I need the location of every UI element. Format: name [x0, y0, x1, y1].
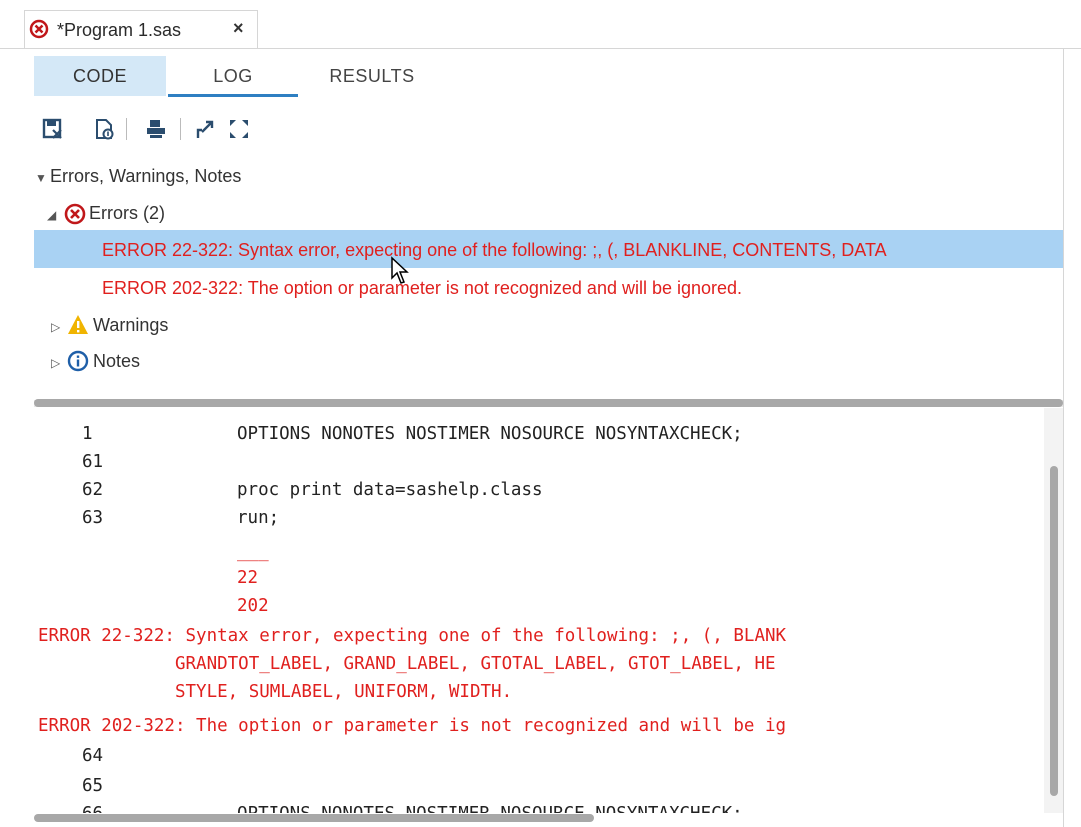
close-tab-button[interactable]: ×	[233, 18, 244, 39]
open-new-window-icon[interactable]	[194, 118, 216, 140]
line-number: 61	[82, 452, 104, 472]
tab-log[interactable]: LOG	[168, 56, 298, 96]
tab-results[interactable]: RESULTS	[310, 56, 434, 96]
error-marker-underline: ___	[237, 542, 269, 562]
download-log-icon[interactable]	[94, 118, 116, 140]
error-circle-icon	[29, 19, 49, 39]
line-number: 1	[82, 424, 93, 444]
error-code-marker: 22	[237, 568, 259, 588]
tab-code[interactable]: CODE	[34, 56, 166, 96]
log-line: OPTIONS NONOTES NOSTIMER NOSOURCE NOSYNT…	[237, 800, 743, 813]
warning-icon	[68, 315, 88, 334]
log-line: run;	[237, 508, 280, 528]
tab-divider	[0, 48, 1081, 49]
toolbar-separator	[180, 118, 181, 140]
tree-warnings-label[interactable]: Warnings	[93, 315, 168, 336]
log-error-line: GRANDTOT_LABEL, GRAND_LABEL, GTOTAL_LABE…	[38, 654, 776, 674]
tree-root-label[interactable]: Errors, Warnings, Notes	[50, 166, 241, 187]
error-circle-icon	[64, 203, 86, 225]
line-number: 66	[82, 800, 103, 813]
expand-caret-icon[interactable]: ▷	[51, 356, 60, 370]
log-line: proc print data=sashelp.class	[237, 480, 543, 500]
document-tab-bar: *Program 1.sas ×	[0, 0, 1081, 52]
expand-caret-icon[interactable]: ◢	[47, 208, 56, 222]
save-log-icon[interactable]	[42, 118, 64, 140]
log-viewer[interactable]: 1 OPTIONS NONOTES NOSTIMER NOSOURCE NOSY…	[34, 408, 1044, 813]
log-line: OPTIONS NONOTES NOSTIMER NOSOURCE NOSYNT…	[237, 424, 743, 444]
log-error-line: STYLE, SUMLABEL, UNIFORM, WIDTH.	[38, 682, 513, 702]
error-code-marker: 202	[237, 596, 269, 616]
document-tab[interactable]: *Program 1.sas ×	[24, 10, 258, 49]
line-number: 65	[82, 776, 104, 796]
active-tab-indicator	[168, 94, 298, 97]
line-number: 64	[82, 746, 104, 766]
mouse-pointer-icon	[391, 256, 409, 284]
maximize-icon[interactable]	[228, 118, 250, 140]
tree-notes-label[interactable]: Notes	[93, 351, 140, 372]
log-vertical-scrollbar[interactable]	[1050, 466, 1058, 796]
print-icon[interactable]	[145, 118, 167, 140]
line-number: 63	[82, 508, 104, 528]
info-icon	[67, 350, 89, 372]
log-error-line: ERROR 22-322: Syntax error, expecting on…	[38, 626, 787, 646]
collapse-caret-icon[interactable]: ▼	[35, 171, 47, 185]
tree-horizontal-scrollbar[interactable]	[34, 399, 1063, 407]
expand-caret-icon[interactable]: ▷	[51, 320, 60, 334]
log-horizontal-scrollbar[interactable]	[34, 814, 594, 822]
line-number: 62	[82, 480, 104, 500]
document-tab-title: *Program 1.sas	[57, 20, 182, 40]
error-item[interactable]: ERROR 202-322: The option or parameter i…	[102, 278, 1063, 299]
panel-border	[1063, 49, 1064, 827]
error-item[interactable]: ERROR 22-322: Syntax error, expecting on…	[102, 240, 1063, 261]
toolbar-separator	[126, 118, 127, 140]
tree-errors-label[interactable]: Errors (2)	[89, 203, 165, 224]
log-error-line: ERROR 202-322: The option or parameter i…	[38, 716, 787, 736]
